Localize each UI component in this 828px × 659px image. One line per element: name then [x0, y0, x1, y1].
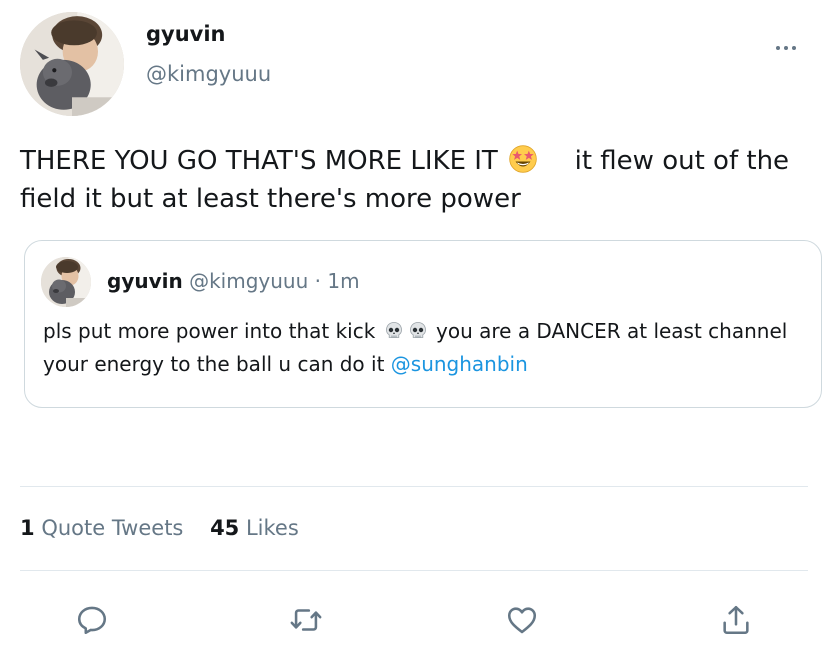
quote-tweet-card[interactable]: gyuvin @kimgyuuu · 1m pls put more power… — [24, 240, 822, 408]
tweet-text-part1: THERE YOU GO THAT'S MORE LIKE IT — [20, 146, 498, 176]
quote-timestamp: 1m — [327, 269, 360, 293]
share-button[interactable] — [714, 598, 758, 642]
quote-separator: · — [314, 269, 321, 293]
author-handle[interactable]: @kimgyuuu — [146, 62, 271, 86]
quote-author-handle: @kimgyuuu — [189, 269, 309, 293]
star-struck-emoji — [508, 144, 538, 174]
divider — [20, 486, 808, 487]
reply-icon — [77, 606, 107, 635]
like-icon — [507, 607, 537, 634]
reply-button[interactable] — [70, 598, 114, 642]
more-dot — [776, 46, 780, 50]
quote-text-part1: pls put more power into that kick — [43, 319, 376, 343]
tweet-stats: 1 Quote Tweets 45 Likes — [20, 516, 319, 540]
author-display-name[interactable]: gyuvin — [146, 22, 226, 46]
more-dot — [792, 46, 796, 50]
mention-link[interactable]: @sunghanbin — [391, 352, 528, 376]
quote-author-name: gyuvin — [107, 269, 183, 293]
quote-author-avatar — [41, 257, 91, 307]
retweet-button[interactable] — [284, 598, 328, 642]
quote-header: gyuvin @kimgyuuu · 1m — [107, 269, 360, 293]
quote-tweets-label: Quote Tweets — [41, 516, 184, 540]
action-bar — [0, 598, 828, 642]
skull-emoji — [408, 321, 428, 341]
share-icon — [723, 605, 749, 635]
likes-label: Likes — [245, 516, 299, 540]
author-avatar[interactable] — [20, 12, 124, 116]
more-dot — [784, 46, 788, 50]
likes-stat[interactable]: 45 Likes — [210, 516, 299, 540]
tweet-text: THERE YOU GO THAT'S MORE LIKE IT it flew… — [20, 142, 810, 218]
retweet-icon — [290, 609, 322, 631]
quote-text: pls put more power into that kick you ar… — [43, 315, 803, 381]
likes-count: 45 — [210, 516, 240, 540]
more-options-button[interactable] — [768, 38, 804, 58]
divider — [20, 570, 808, 571]
like-button[interactable] — [500, 598, 544, 642]
quote-tweets-stat[interactable]: 1 Quote Tweets — [20, 516, 183, 540]
quote-tweets-count: 1 — [20, 516, 35, 540]
skull-emoji — [384, 321, 404, 341]
